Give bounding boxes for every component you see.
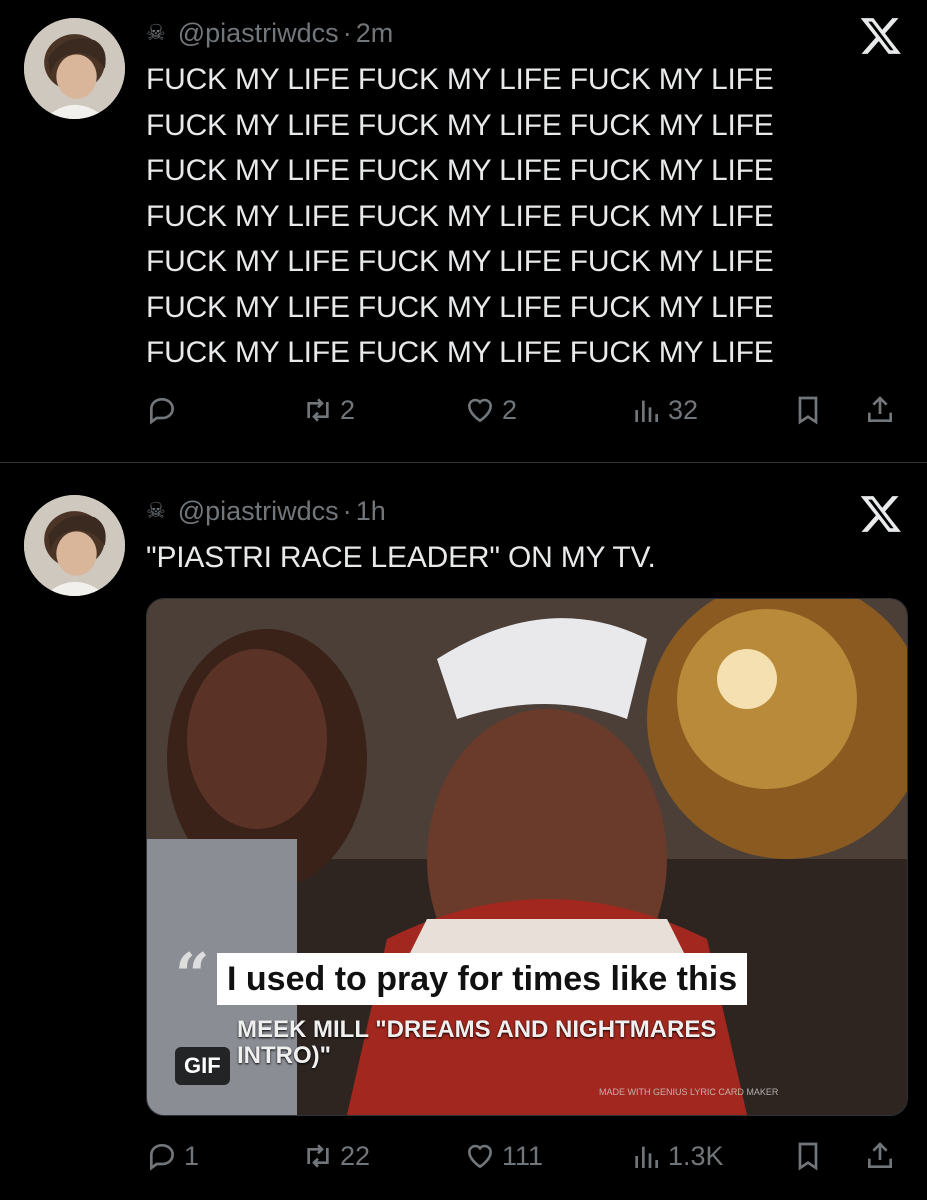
tweet-text-line: FUCK MY LIFE FUCK MY LIFE FUCK MY LIFE	[146, 154, 774, 187]
tweet-text-line: FUCK MY LIFE FUCK MY LIFE FUCK MY LIFE	[146, 245, 774, 278]
views-chart-icon	[635, 400, 658, 422]
views-chart-icon	[635, 1146, 658, 1168]
separator-dot: ·	[342, 495, 352, 526]
share-icon	[868, 396, 892, 422]
tweet-text-line: FUCK MY LIFE FUCK MY LIFE FUCK MY LIFE	[146, 199, 774, 233]
tweet-text-line: FUCK MY LIFE FUCK MY LIFE FUCK MY LIFE	[146, 336, 774, 369]
retweet-count: 22	[340, 1140, 371, 1171]
watermark: MADE WITH GENIUS LYRIC CARD MAKER	[599, 1087, 779, 1097]
skull-crossbones-icon: ☠	[146, 498, 166, 523]
tweet-text-line: FUCK MY LIFE FUCK MY LIFE FUCK MY LIFE	[146, 290, 774, 324]
reply-button[interactable]: 1	[146, 1136, 199, 1176]
tweet-text-line: "PIASTRI RACE LEADER" ON MY TV.	[146, 541, 656, 574]
heart-icon	[467, 398, 493, 423]
tweet-text-line: FUCK MY LIFE FUCK MY LIFE FUCK MY LIFE	[146, 108, 774, 142]
x-logo-icon	[859, 492, 903, 536]
avatar[interactable]	[24, 18, 125, 119]
like-button[interactable]: 111	[464, 1136, 543, 1176]
bookmark-button[interactable]	[792, 390, 824, 430]
skull-crossbones-icon: ☠	[146, 20, 166, 45]
tweet-text: "PIASTRI RACE LEADER" ON MY TV.	[146, 535, 876, 581]
retweet-icon	[307, 1144, 329, 1168]
tweet-header: ☠ @piastriwdcs · 1h	[146, 493, 386, 529]
tweet-1[interactable]: ☠ @piastriwdcs · 2m FUCK MY LIFE FUCK MY…	[0, 0, 927, 462]
action-bar: 2 2 32	[146, 390, 906, 430]
retweet-icon	[307, 398, 329, 422]
reply-icon	[150, 1143, 175, 1171]
user-handle[interactable]: @piastriwdcs	[178, 18, 339, 49]
bookmark-icon	[798, 1142, 818, 1171]
share-icon	[868, 1142, 892, 1168]
lyric-source: MEEK MILL "DREAMS AND NIGHTMARES INTRO)"	[237, 1017, 716, 1069]
heart-icon	[467, 1144, 493, 1169]
reply-button[interactable]	[146, 390, 184, 430]
lyric-source-line: MEEK MILL "DREAMS AND NIGHTMARES	[237, 1016, 717, 1043]
views-button[interactable]: 1.3K	[630, 1136, 724, 1176]
reply-icon	[150, 397, 175, 425]
reply-count: 1	[184, 1140, 200, 1171]
avatar[interactable]	[24, 495, 125, 596]
retweet-count: 2	[340, 394, 356, 425]
bookmark-button[interactable]	[792, 1136, 824, 1176]
views-count: 32	[668, 394, 699, 425]
quote-mark-icon: “	[175, 941, 210, 1011]
views-button[interactable]: 32	[630, 390, 698, 430]
tweet-text: FUCK MY LIFE FUCK MY LIFE FUCK MY LIFE F…	[146, 57, 876, 376]
like-button[interactable]: 2	[464, 390, 517, 430]
tweet-2[interactable]: ☠ @piastriwdcs · 1h "PIASTRI RACE LEADER…	[0, 464, 927, 1200]
gif-media[interactable]: “ I used to pray for times like this MEE…	[146, 598, 908, 1116]
x-logo-icon	[859, 14, 903, 58]
avatar-image	[24, 18, 125, 119]
gif-badge: GIF	[175, 1047, 230, 1085]
tweet-text-line: FUCK MY LIFE FUCK MY LIFE FUCK MY LIFE	[146, 63, 774, 96]
share-button[interactable]	[864, 390, 896, 430]
separator-dot: ·	[342, 17, 352, 48]
lyric-caption: I used to pray for times like this	[217, 953, 748, 1005]
timestamp[interactable]: 2m	[356, 18, 394, 49]
like-count: 2	[502, 394, 518, 425]
views-count: 1.3K	[668, 1140, 724, 1171]
timeline-divider	[0, 462, 927, 463]
user-handle[interactable]: @piastriwdcs	[178, 496, 339, 527]
avatar-image	[24, 495, 125, 596]
share-button[interactable]	[864, 1136, 896, 1176]
retweet-button[interactable]: 22	[302, 1136, 370, 1176]
retweet-button[interactable]: 2	[302, 390, 355, 430]
tweet-header: ☠ @piastriwdcs · 2m	[146, 15, 393, 51]
lyric-source-line: INTRO)"	[237, 1042, 332, 1069]
timestamp[interactable]: 1h	[356, 496, 386, 527]
action-bar: 1 22 111 1.3K	[146, 1136, 906, 1176]
like-count: 111	[502, 1140, 544, 1171]
bookmark-icon	[798, 396, 818, 425]
